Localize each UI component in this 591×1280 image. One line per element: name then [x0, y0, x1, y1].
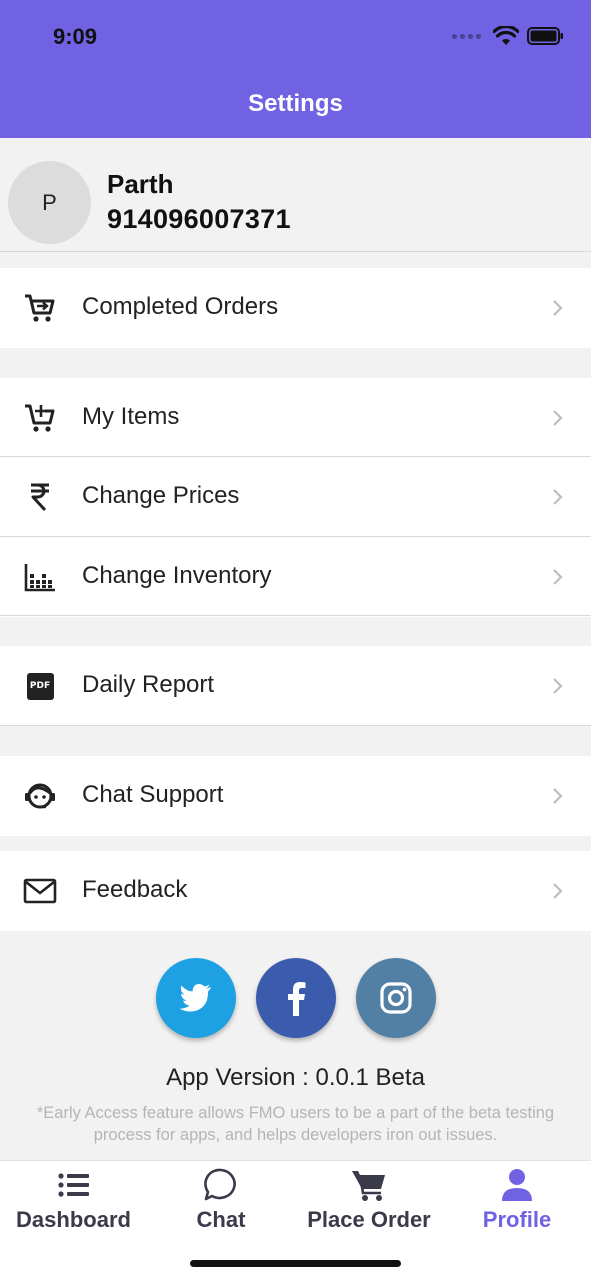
menu-item-my-items[interactable]: My Items: [0, 378, 591, 458]
tab-label: Place Order: [307, 1207, 431, 1232]
menu-item-label: Chat Support: [82, 781, 224, 808]
menu-item-feedback[interactable]: Feedback: [0, 851, 591, 931]
profile-phone: 914096007371: [107, 204, 291, 234]
profile-card[interactable]: P Parth 914096007371: [0, 138, 591, 252]
tab-label: Chat: [196, 1207, 246, 1232]
pdf-icon: PDF: [22, 668, 58, 704]
menu-item-label: Change Prices: [82, 482, 240, 509]
tab-place-order[interactable]: Place Order: [295, 1161, 443, 1251]
chevron-right-icon: [553, 883, 563, 899]
menu-item-label: Change Inventory: [82, 562, 272, 589]
instagram-icon: [380, 982, 412, 1014]
tab-chat[interactable]: Chat: [147, 1161, 295, 1251]
menu-item-label: Feedback: [82, 876, 188, 903]
tab-profile[interactable]: Profile: [443, 1161, 591, 1251]
app-version: App Version : 0.0.1 Beta: [166, 1064, 425, 1091]
support-agent-icon: [22, 778, 58, 814]
instagram-button[interactable]: [356, 958, 436, 1038]
inventory-chart-icon: [22, 559, 58, 595]
cellular-signal-icon: [452, 33, 481, 39]
tab-label: Profile: [482, 1207, 552, 1232]
tab-label: Dashboard: [16, 1207, 131, 1232]
menu-item-change-prices[interactable]: Change Prices: [0, 457, 591, 537]
wifi-icon: [493, 26, 519, 45]
early-access-note: *Early Access feature allows FMO users t…: [36, 1104, 555, 1144]
chevron-right-icon: [553, 678, 563, 694]
profile-name: Parth: [107, 169, 174, 199]
chat-bubble-icon: [203, 1167, 239, 1203]
header-bar: 9:09 Settings: [0, 0, 591, 138]
cart-plus-icon: [22, 400, 58, 436]
facebook-icon: [288, 982, 306, 1016]
status-icons: [452, 26, 565, 46]
menu-item-label: Completed Orders: [82, 293, 279, 320]
menu-item-label: Daily Report: [82, 671, 215, 698]
cart-icon: [351, 1167, 387, 1203]
divider: [0, 615, 591, 616]
twitter-button[interactable]: [156, 958, 236, 1038]
menu-item-label: My Items: [82, 403, 180, 430]
tab-dashboard[interactable]: Dashboard: [0, 1161, 147, 1251]
list-icon: [56, 1167, 92, 1203]
menu-item-completed-orders[interactable]: Completed Orders: [0, 268, 591, 348]
facebook-button[interactable]: [256, 958, 336, 1038]
menu-item-change-inventory[interactable]: Change Inventory: [0, 537, 591, 617]
pdf-badge: PDF: [26, 672, 54, 700]
battery-icon: [527, 27, 563, 45]
divider: [0, 725, 591, 726]
menu-item-daily-report[interactable]: PDF Daily Report: [0, 646, 591, 726]
page-title: Settings: [248, 90, 343, 117]
chevron-right-icon: [553, 788, 563, 804]
person-icon: [499, 1167, 535, 1203]
avatar: P: [8, 161, 91, 244]
rupee-icon: [22, 479, 58, 515]
menu-item-chat-support[interactable]: Chat Support: [0, 756, 591, 836]
home-indicator: [190, 1260, 401, 1267]
chevron-right-icon: [553, 410, 563, 426]
chevron-right-icon: [553, 569, 563, 585]
status-time: 9:09: [53, 24, 98, 49]
chevron-right-icon: [553, 489, 563, 505]
envelope-icon: [22, 873, 58, 909]
twitter-icon: [179, 984, 211, 1012]
cart-arrow-icon: [22, 290, 58, 326]
chevron-right-icon: [553, 300, 563, 316]
